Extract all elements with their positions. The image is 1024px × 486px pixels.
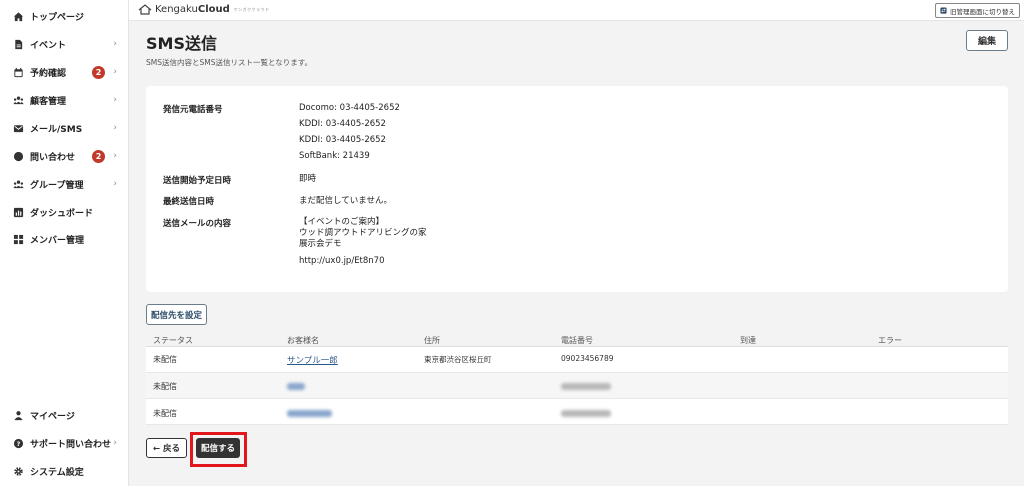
customer-name-link[interactable] [287, 383, 305, 390]
edit-button[interactable]: 編集 [966, 30, 1008, 51]
set-recipients-button[interactable]: 配信先を設定 [146, 304, 207, 325]
sidebar-item-top-page[interactable]: トップページ [0, 6, 129, 26]
help-icon: ? [13, 438, 24, 449]
back-button[interactable]: ← 戻る [146, 438, 187, 458]
message-content-line: 展示会デモ [299, 239, 342, 249]
sender-number-kddi: KDDI: 03-4405-2652 [299, 119, 386, 129]
calendar-icon [13, 67, 24, 78]
phone-cell: 09023456789 [561, 354, 614, 363]
sidebar-item-dashboard[interactable]: ダッシュボード [0, 202, 129, 222]
gear-icon [13, 466, 24, 477]
chat-icon [13, 151, 24, 162]
switch-legacy-admin-label: 旧管理画面に切り替え [950, 7, 1015, 16]
status-cell: 未配信 [153, 382, 177, 391]
grid-icon [13, 234, 24, 245]
sidebar-item-label: メンバー管理 [30, 235, 85, 246]
column-header-address: 住所 [424, 336, 440, 345]
chevron-right-icon: › [113, 179, 117, 189]
sidebar-item-label: マイページ [30, 411, 75, 422]
page-title: SMS送信 [146, 34, 217, 53]
users-icon [13, 95, 24, 106]
mail-icon [13, 123, 24, 134]
notification-badge: 2 [92, 65, 105, 79]
chevron-right-icon: › [113, 67, 117, 77]
column-header-reached: 到達 [740, 336, 756, 345]
sidebar-item-label: 問い合わせ [30, 152, 76, 163]
chevron-right-icon: › [113, 438, 117, 448]
sidebar-item-system-settings[interactable]: システム設定 [0, 461, 129, 481]
schedule-value: 即時 [299, 174, 317, 184]
last-sent-label: 最終送信日時 [163, 197, 215, 207]
person-icon [13, 410, 24, 421]
send-button-highlight [190, 432, 247, 467]
last-sent-value: まだ配信していません。 [299, 196, 392, 206]
document-icon [13, 39, 24, 50]
sidebar-item-label: グループ管理 [30, 180, 84, 191]
sidebar-item-label: 顧客管理 [30, 96, 67, 107]
table-header-row: ステータス お客様名 住所 電話番号 到達 エラー [146, 331, 1008, 347]
home-icon [13, 11, 24, 22]
sender-number-label: 発信元電話番号 [163, 105, 223, 115]
brand-logo[interactable]: Kengaku Cloud ケンガククラウド [138, 4, 270, 15]
sms-details-card: 発信元電話番号 Docomo: 03-4405-2652 KDDI: 03-44… [146, 86, 1008, 292]
sidebar-item-label: ダッシュボード [30, 208, 94, 219]
switch-icon [940, 7, 947, 14]
sidebar-item-mail-sms[interactable]: メール/SMS › [0, 118, 129, 138]
notification-badge: 2 [92, 149, 105, 163]
sidebar-item-groups[interactable]: グループ管理 › [0, 174, 129, 194]
chart-icon [13, 207, 24, 218]
customer-name-link[interactable]: サンプル一郎 [287, 354, 338, 366]
sidebar-item-event[interactable]: イベント › [0, 34, 129, 54]
column-header-status: ステータス [153, 336, 193, 345]
svg-text:?: ? [17, 439, 21, 447]
table-row: 未配信 [146, 399, 1008, 425]
message-content-url: http://ux0.jp/Et8n70 [299, 256, 385, 266]
sidebar-item-label: システム設定 [30, 467, 84, 478]
sidebar-item-inquiries[interactable]: 問い合わせ 2 › [0, 146, 129, 166]
table-row: 未配信 サンプル一郎 東京都渋谷区桜丘町 09023456789 [146, 347, 1008, 373]
sidebar: トップページ イベント › 予約確認 2 › 顧客管理 › メール/SMS › … [0, 0, 129, 486]
status-cell: 未配信 [153, 409, 177, 418]
status-cell: 未配信 [153, 355, 177, 364]
column-header-name: お客様名 [287, 336, 319, 345]
group-icon [13, 179, 24, 190]
chevron-right-icon: › [113, 39, 117, 49]
brand-prefix: Kengaku [155, 4, 198, 15]
phone-cell [561, 383, 611, 390]
sidebar-item-label: トップページ [30, 12, 84, 23]
house-logo-icon [138, 4, 152, 15]
brand-sub: ケンガククラウド [233, 6, 270, 12]
sidebar-item-label: イベント [30, 40, 67, 51]
column-header-phone: 電話番号 [561, 336, 593, 345]
sidebar-item-label: サポート問い合わせ [30, 439, 112, 450]
page-description: SMS送信内容とSMS送信リスト一覧となります。 [146, 58, 313, 67]
phone-cell [561, 410, 611, 417]
sidebar-item-label: メール/SMS [30, 124, 83, 135]
chevron-right-icon: › [113, 151, 117, 161]
column-header-error: エラー [878, 336, 902, 345]
sender-number-softbank: SoftBank: 21439 [299, 151, 370, 161]
sender-number-kddi-2: KDDI: 03-4405-2652 [299, 135, 386, 145]
brand-bold: Cloud [197, 4, 230, 15]
schedule-label: 送信開始予定日時 [163, 176, 232, 186]
sidebar-item-support[interactable]: ? サポート問い合わせ › [0, 433, 129, 453]
customer-name-link[interactable] [287, 410, 332, 417]
message-content-label: 送信メールの内容 [163, 219, 232, 229]
chevron-right-icon: › [113, 123, 117, 133]
sidebar-item-customers[interactable]: 顧客管理 › [0, 90, 129, 110]
sidebar-item-my-page[interactable]: マイページ [0, 405, 129, 425]
sidebar-item-label: 予約確認 [30, 68, 67, 79]
chevron-right-icon: › [113, 95, 117, 105]
top-bar: Kengaku Cloud ケンガククラウド 旧管理画面に切り替え [129, 0, 1024, 21]
sender-number-docomo: Docomo: 03-4405-2652 [299, 103, 400, 113]
sidebar-item-reservations[interactable]: 予約確認 2 › [0, 62, 129, 82]
sidebar-item-members[interactable]: メンバー管理 [0, 229, 129, 249]
switch-legacy-admin-button[interactable]: 旧管理画面に切り替え [935, 3, 1020, 18]
table-row: 未配信 [146, 373, 1008, 399]
address-cell: 東京都渋谷区桜丘町 [424, 355, 492, 364]
